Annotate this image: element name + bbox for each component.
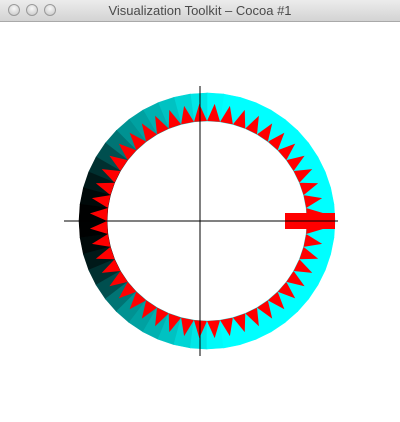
title-bar: Visualization Toolkit – Cocoa #1 (0, 0, 400, 22)
window-title: Visualization Toolkit – Cocoa #1 (108, 3, 292, 18)
axes (64, 86, 338, 356)
vtk-scene (64, 86, 338, 356)
app-window: Visualization Toolkit – Cocoa #1 (0, 0, 400, 422)
render-viewport[interactable] (0, 22, 400, 422)
